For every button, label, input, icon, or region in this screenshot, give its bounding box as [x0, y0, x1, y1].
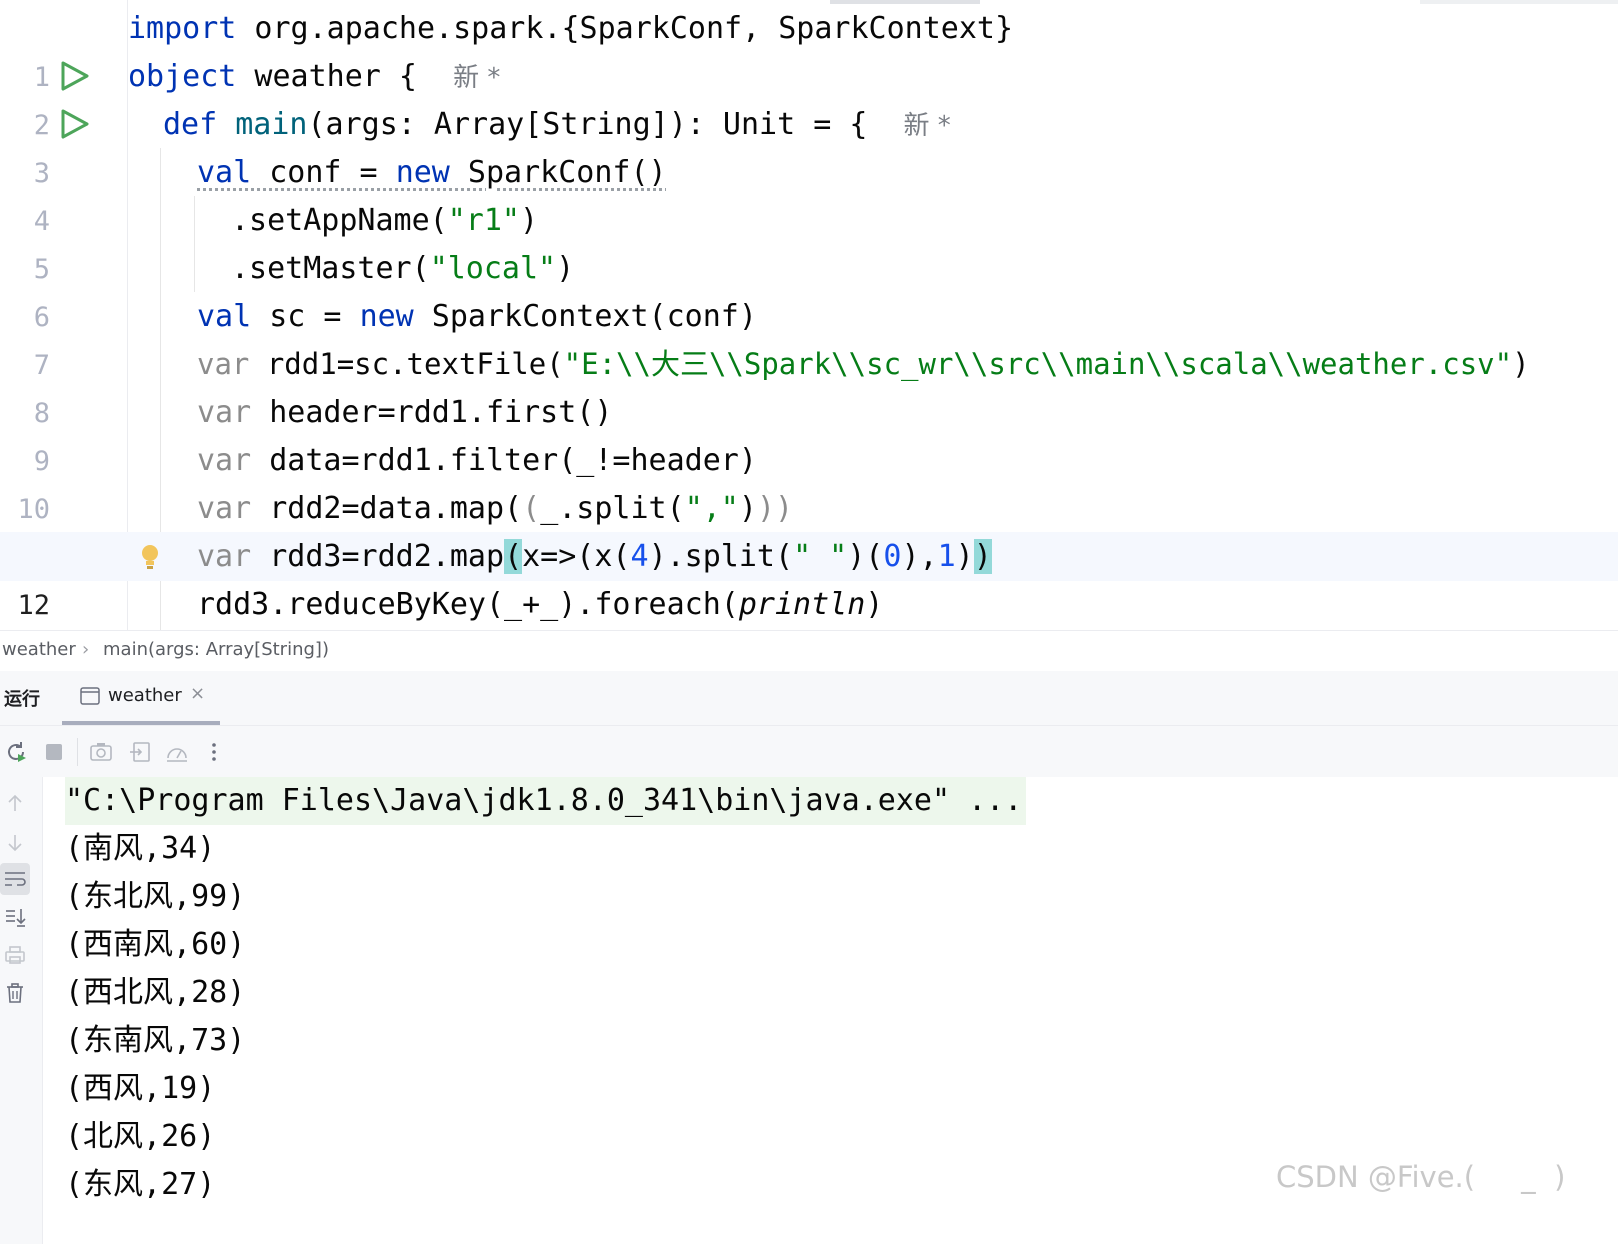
console-output-line: (西风,19): [65, 1071, 216, 1106]
code-line-current[interactable]: 12 var rdd3=rdd2.map(x=>(x(4).split(" ")…: [0, 532, 1618, 621]
code-line[interactable]: 9 var header=rdd1.first(): [0, 388, 1618, 477]
breadcrumb-object[interactable]: weather: [2, 631, 76, 669]
run-panel-title: 运行: [4, 689, 40, 710]
inlay-hint: 新 *: [903, 111, 951, 141]
tab-label: weather: [108, 685, 182, 706]
code-text: .setMaster("local"): [231, 251, 575, 286]
lightbulb-icon[interactable]: [139, 543, 161, 571]
code-text: .setAppName("r1"): [231, 203, 539, 238]
inlay-hint: 新 *: [453, 63, 501, 93]
code-editor[interactable]: 1 import org.apache.spark.{SparkConf, Sp…: [0, 0, 1618, 652]
print-icon[interactable]: [3, 943, 27, 967]
rerun-icon[interactable]: [4, 740, 28, 764]
console-output-line: (西北风,28): [65, 975, 246, 1010]
tab-weather[interactable]: weather ×: [62, 671, 220, 725]
breadcrumb: weather › main(args: Array[String]): [0, 630, 1618, 672]
code-text: object weather { 新 *: [128, 59, 501, 94]
tab-close-icon[interactable]: ×: [190, 683, 205, 704]
code-text: var rdd2=data.map((_.split(","))): [197, 491, 794, 526]
code-text: var rdd3=rdd2.map(x=>(x(4).split(" ")(0)…: [197, 539, 992, 574]
code-line[interactable]: 11 var rdd2=data.map((_.split(","))): [0, 484, 1618, 573]
stop-icon[interactable]: [42, 740, 66, 764]
console-output-line: (东风,27): [65, 1167, 216, 1202]
code-line[interactable]: 6 .setMaster("local"): [0, 244, 1618, 333]
toolbar-separator: [77, 738, 78, 766]
code-text: val conf = new SparkConf(): [197, 155, 667, 190]
arrow-down-icon[interactable]: [3, 831, 27, 855]
code-text: var data=rdd1.filter(_!=header): [197, 443, 757, 478]
code-text: var rdd1=sc.textFile("E:\\大三\\Spark\\sc_…: [197, 347, 1530, 381]
code-text: import org.apache.spark.{SparkConf, Spar…: [128, 11, 1014, 46]
matched-paren: ): [973, 539, 992, 574]
soft-wrap-icon[interactable]: [0, 863, 30, 895]
code-text: val sc = new SparkContext(conf): [197, 299, 757, 334]
code-text: rdd3.reduceByKey(_+_).foreach(println): [197, 587, 884, 622]
breadcrumb-method[interactable]: main(args: Array[String]): [103, 631, 329, 669]
code-text: var header=rdd1.first(): [197, 395, 613, 430]
run-gutter-icon[interactable]: [60, 61, 90, 91]
camera-icon[interactable]: [89, 740, 113, 764]
code-text: def main(args: Array[String]): Unit = { …: [163, 107, 951, 142]
more-icon[interactable]: [202, 740, 226, 764]
code-line[interactable]: 5 .setAppName("r1"): [0, 196, 1618, 285]
code-line[interactable]: 2 object weather { 新 *: [0, 52, 1618, 141]
code-line[interactable]: 13 rdd3.reduceByKey(_+_).foreach(println…: [0, 580, 1618, 652]
restore-layout-icon[interactable]: [128, 740, 152, 764]
console-output-line: (东北风,99): [65, 879, 246, 914]
console-window-icon: [80, 687, 100, 705]
code-line[interactable]: 3 def main(args: Array[String]): Unit = …: [0, 100, 1618, 189]
code-line[interactable]: 8 var rdd1=sc.textFile("E:\\大三\\Spark\\s…: [0, 340, 1618, 429]
console-output-line: (北风,26): [65, 1119, 216, 1154]
run-gutter-icon[interactable]: [60, 109, 90, 139]
code-line[interactable]: 7 val sc = new SparkContext(conf): [0, 292, 1618, 381]
breadcrumb-separator: ›: [82, 639, 90, 660]
trash-icon[interactable]: [3, 981, 27, 1005]
arrow-up-icon[interactable]: [3, 791, 27, 815]
code-line[interactable]: 10 var data=rdd1.filter(_!=header): [0, 436, 1618, 525]
run-toolbar: [0, 725, 1618, 778]
code-line[interactable]: 1 import org.apache.spark.{SparkConf, Sp…: [0, 4, 1618, 93]
watermark: CSDN @Five.( _ ): [1276, 1160, 1566, 1194]
console-command-line: "C:\Program Files\Java\jdk1.8.0_341\bin\…: [65, 777, 1027, 825]
scroll-to-end-icon[interactable]: [3, 905, 27, 929]
console-output-line: (东南风,73): [65, 1023, 246, 1058]
console-output-line: (南风,34): [65, 831, 216, 866]
console-output-line: (西南风,60): [65, 927, 246, 962]
run-tool-window-header: 运行 weather ×: [0, 671, 1618, 725]
matched-paren: (: [504, 539, 523, 574]
code-line[interactable]: 4 val conf = new SparkConf(): [0, 148, 1618, 237]
console-side-toolbar: [0, 777, 43, 1244]
profiler-icon[interactable]: [165, 740, 189, 764]
